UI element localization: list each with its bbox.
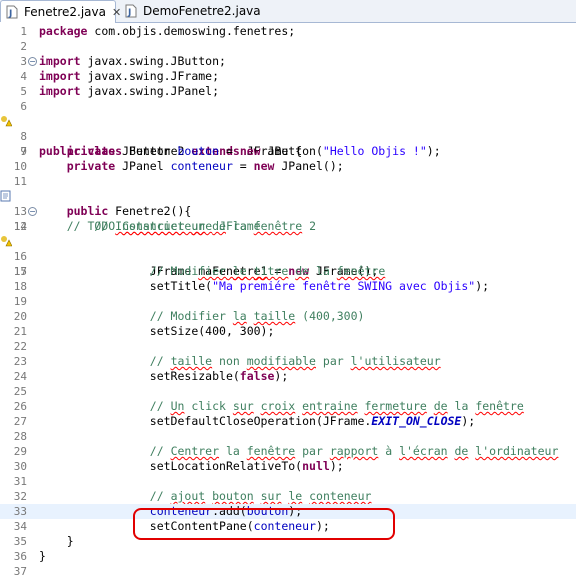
line-number: 11 — [13, 175, 27, 188]
code-line: 16 — [0, 249, 576, 264]
tab-label: Fenetre2.java — [24, 5, 106, 19]
code-line: 28 — [0, 429, 576, 444]
code-line: 17 // Modifier le titre de la fenêtre — [13, 264, 386, 278]
line-number: 14 — [13, 220, 27, 233]
code-line: 10 private JPanel conteneur = new JPanel… — [13, 159, 344, 173]
code-line: 21 setSize(400, 300); — [13, 324, 275, 338]
code-line: 7 public class Fenetre2 extends JFrame { — [0, 114, 576, 158]
line-number: 2 — [20, 40, 27, 53]
svg-text:J: J — [8, 9, 12, 19]
editor-tab-bar: J Fenetre2.java ✕ J DemoFenetre2.java — [0, 0, 576, 23]
line-number: 8 — [20, 130, 27, 143]
line-number: 4 — [20, 70, 27, 83]
line-number: 31 — [13, 475, 27, 488]
line-number: 27 — [13, 415, 27, 428]
code-line: 13− public Fenetre2(){ — [13, 204, 192, 218]
task-marker-icon[interactable] — [0, 190, 12, 202]
tab-fenetre2[interactable]: J Fenetre2.java ✕ — [0, 0, 121, 23]
code-line: 4 import javax.swing.JFrame; — [0, 69, 576, 84]
line-number: 20 — [13, 310, 27, 323]
line-number: 17 — [13, 265, 27, 278]
code-line: 30 setLocationRelativeTo(null); — [13, 459, 344, 473]
code-editor[interactable]: 1 package com.objis.demoswing.fenetres; 2… — [0, 22, 576, 584]
line-number: 34 — [13, 520, 27, 533]
warning-marker-icon[interactable] — [0, 115, 13, 127]
code-line: 12 // TODO Constructeur de la fenêtre 2 — [0, 189, 576, 233]
code-line: 23 // taille non modifiable par l'utilis… — [13, 354, 441, 368]
code-line: 25 — [0, 384, 576, 399]
fold-toggle-icon[interactable]: − — [28, 207, 37, 216]
line-number: 29 — [13, 445, 27, 458]
line-number: 21 — [13, 325, 27, 338]
line-number: 22 — [13, 340, 27, 353]
code-line: 27 setDefaultCloseOperation(JFrame.EXIT_… — [13, 414, 476, 428]
line-number: 16 — [13, 250, 27, 263]
code-line: 6 — [0, 99, 576, 114]
line-number: 28 — [13, 430, 27, 443]
code-line: 5 import javax.swing.JPanel; — [0, 84, 576, 99]
line-number: 10 — [13, 160, 27, 173]
line-number: 6 — [20, 100, 27, 113]
code-line: 24 setResizable(false); — [13, 369, 289, 383]
line-number: 18 — [13, 280, 27, 293]
line-number: 32 — [13, 490, 27, 503]
line-number: 3 — [20, 55, 27, 68]
warning-marker-icon[interactable] — [0, 235, 13, 247]
code-line: 15 JFrame maFenetre1 = new JFrame(); — [0, 234, 576, 278]
code-line: 1 package com.objis.demoswing.fenetres; — [0, 24, 576, 39]
code-line: 22 — [0, 339, 576, 354]
line-number: 37 — [13, 565, 27, 578]
tab-label: DemoFenetre2.java — [143, 3, 261, 18]
fold-toggle-icon[interactable]: − — [28, 57, 37, 66]
highlight-callout — [133, 508, 395, 540]
code-lines: 1 package com.objis.demoswing.fenetres; 2… — [0, 24, 576, 579]
eclipse-editor-window: J Fenetre2.java ✕ J DemoFenetre2.java 1p… — [0, 0, 576, 584]
code-line: 37 — [0, 564, 576, 579]
line-number: 33 — [13, 505, 27, 518]
code-line: 9 private JButton bouton = new JButton("… — [0, 144, 576, 159]
line-number: 19 — [13, 295, 27, 308]
code-line: 8 — [0, 129, 576, 144]
code-line: 18 setTitle("Ma premiére fenêtre SWING a… — [13, 279, 490, 293]
svg-text:J: J — [127, 8, 131, 18]
code-line: 32 // ajout bouton sur le conteneur — [13, 489, 372, 503]
java-file-icon: J — [124, 4, 138, 18]
java-file-icon: J — [5, 5, 19, 19]
line-number: 26 — [13, 400, 27, 413]
line-number: 13 — [13, 205, 27, 218]
code-line: 31 — [0, 474, 576, 489]
code-line: 11 — [0, 174, 576, 189]
code-line: 3− import javax.swing.JButton; — [0, 54, 576, 69]
line-number: 9 — [20, 145, 27, 158]
line-number: 23 — [13, 355, 27, 368]
code-line: 14 // Instancier une JFrame — [13, 219, 261, 233]
line-number: 24 — [13, 370, 27, 383]
line-number: 5 — [20, 85, 27, 98]
code-line: 26 // Un click sur croix entraine fermet… — [13, 399, 524, 413]
code-line: 36} — [13, 549, 46, 563]
line-number: 35 — [13, 535, 27, 548]
tab-demofenetre2[interactable]: J DemoFenetre2.java — [120, 0, 261, 21]
line-number: 30 — [13, 460, 27, 473]
code-line: 19 — [0, 294, 576, 309]
line-number: 25 — [13, 385, 27, 398]
line-number: 36 — [13, 550, 27, 563]
code-line: 29 // Centrer la fenêtre par rapport à l… — [13, 444, 559, 458]
code-line: 20 // Modifier la taille (400,300) — [13, 309, 365, 323]
line-number: 1 — [20, 25, 27, 38]
code-line: 2 — [0, 39, 576, 54]
